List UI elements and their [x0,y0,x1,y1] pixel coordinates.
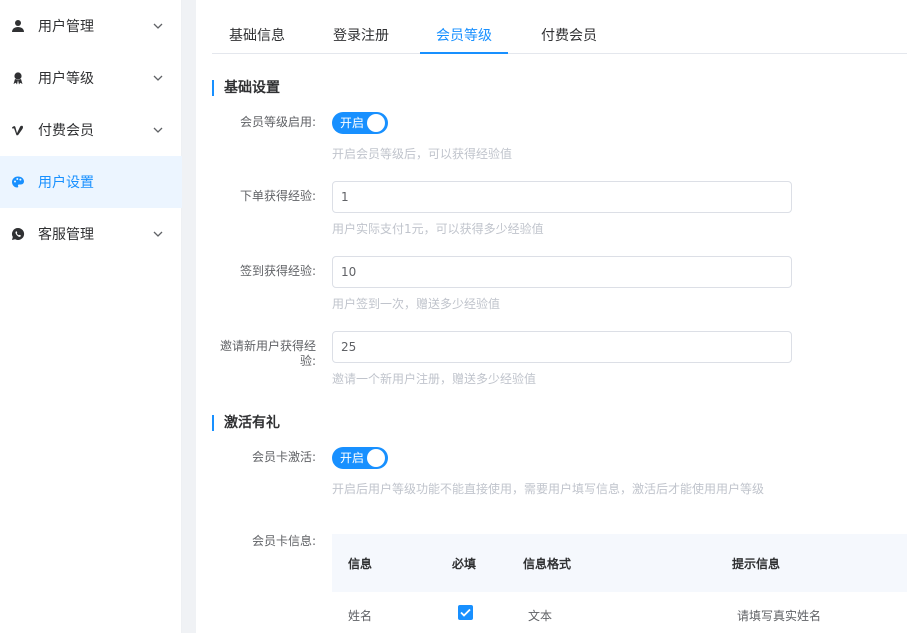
invite-exp-label-line2: 验: [299,354,316,368]
member-card-activate-label: 会员卡激活: [251,450,316,464]
signin-exp-label: 签到获得经验: [239,264,316,278]
cell-hint: 请填写真实姓名 [737,609,822,623]
table-header: 信息 必填 信息格式 提示信息 [332,534,907,592]
switch-text: 开启 [340,116,365,130]
sidebar: 用户管理 用户等级 付费会员 用户设置 客服管理 [0,0,182,633]
invite-exp-input[interactable]: 25 [332,331,792,363]
sidebar-item-user-level[interactable]: 用户等级 [0,52,182,104]
table-row: 姓名 文本 请填写真实姓名 [332,592,907,633]
invite-exp-help: 邀请一个新用户注册，赠送多少经验值 [332,372,537,386]
sidebar-item-user-settings[interactable]: 用户设置 [0,156,182,208]
required-checkbox[interactable] [458,605,473,620]
section-title-basic: 基础设置 [212,80,280,96]
chevron-down-icon [153,127,163,133]
order-exp-input[interactable]: 1 [332,181,792,213]
settings-panel: 基础信息 登录注册 会员等级 付费会员 基础设置 会员等级启用: 开启 开启会员… [196,0,907,633]
sidebar-item-label: 付费会员 [38,123,94,139]
award-icon [10,70,26,86]
column-header-required: 必填 [452,557,477,571]
tab-paid-member[interactable]: 付费会员 [540,18,598,54]
section-title-activate: 激活有礼 [212,415,280,431]
switch-text: 开启 [340,451,365,465]
tab-login-register[interactable]: 登录注册 [332,18,390,54]
member-level-enable-label: 会员等级启用: [239,115,316,129]
tab-member-level[interactable]: 会员等级 [420,18,508,54]
switch-knob [367,449,385,467]
signin-exp-input[interactable]: 10 [332,256,792,288]
member-card-activate-switch[interactable]: 开启 [332,447,388,469]
order-exp-help: 用户实际支付1元，可以获得多少经验值 [332,222,544,236]
sidebar-item-label: 用户设置 [38,175,94,191]
sidebar-item-user-management[interactable]: 用户管理 [0,0,182,52]
palette-icon [10,174,26,190]
user-icon [10,18,26,34]
whatsapp-icon [10,226,26,242]
member-level-enable-help: 开启会员等级后，可以获得经验值 [332,147,513,161]
sidebar-item-customer-service[interactable]: 客服管理 [0,208,182,260]
invite-exp-label-line1: 邀请新用户获得经 [219,339,316,353]
member-level-enable-switch[interactable]: 开启 [332,112,388,134]
sidebar-item-label: 客服管理 [38,227,94,243]
check-icon [460,608,471,617]
sidebar-item-label: 用户等级 [38,71,94,87]
signin-exp-help: 用户签到一次，赠送多少经验值 [332,297,501,311]
cell-format: 文本 [528,609,553,623]
order-exp-label: 下单获得经验: [239,189,316,203]
tab-bar: 基础信息 登录注册 会员等级 付费会员 [212,18,907,54]
sidebar-item-paid-member[interactable]: 付费会员 [0,104,182,156]
column-header-info: 信息 [348,557,373,571]
member-card-info-label: 会员卡信息: [251,534,316,548]
chevron-down-icon [153,231,163,237]
column-header-hint: 提示信息 [732,557,781,571]
tab-basic-info[interactable]: 基础信息 [228,18,286,54]
chevron-down-icon [153,75,163,81]
member-card-activate-help: 开启后用户等级功能不能直接使用，需要用户填写信息，激活后才能使用用户等级 [332,482,765,496]
column-header-format: 信息格式 [523,557,572,571]
chevron-down-icon [153,23,163,29]
sidebar-item-label: 用户管理 [38,19,94,35]
cell-info: 姓名 [348,609,373,623]
vimeo-v-icon [10,122,26,138]
switch-knob [367,114,385,132]
invite-exp-label: 邀请新用户获得经 验: [196,339,316,369]
member-card-info-table: 信息 必填 信息格式 提示信息 姓名 文本 请填写真实姓名 [332,534,907,633]
